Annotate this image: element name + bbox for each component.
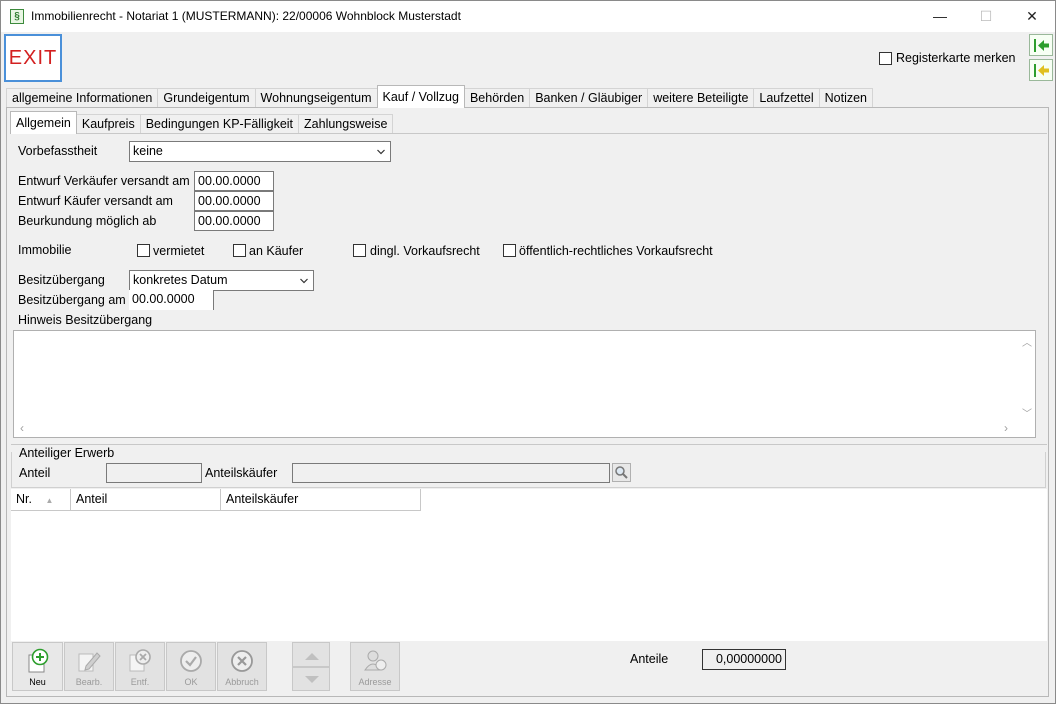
group-divider <box>11 444 1047 445</box>
column-header-anteilskaeufer[interactable]: Anteilskäufer <box>221 489 421 511</box>
column-header-nr[interactable]: Nr. ▲ <box>11 489 71 511</box>
dingl-vorkaufsrecht-label: dingl. Vorkaufsrecht <box>370 244 480 258</box>
triangle-up-icon <box>305 653 319 660</box>
bearbeiten-button-label: Bearb. <box>75 677 103 687</box>
entwurf-kaeufer-date-input[interactable]: 00.00.0000 <box>194 191 274 211</box>
beurkundung-label: Beurkundung möglich ab <box>18 214 157 228</box>
search-icon <box>615 466 628 479</box>
vermietet-checkbox[interactable] <box>137 244 150 257</box>
nav-first-button[interactable] <box>1029 34 1053 56</box>
adresse-button-label: Adresse <box>358 677 392 687</box>
anteilskaeufer-input[interactable] <box>292 463 610 483</box>
application-window: § Immobilienrecht - Notariat 1 (MUSTERMA… <box>0 0 1056 704</box>
tab-laufzettel[interactable]: Laufzettel <box>753 88 820 108</box>
tab-notizen[interactable]: Notizen <box>818 88 874 108</box>
entfernen-button-label: Entf. <box>130 677 150 687</box>
tab-behoerden[interactable]: Behörden <box>463 88 531 108</box>
check-icon <box>180 650 202 672</box>
ok-button-label: OK <box>184 677 198 687</box>
tab-wohnungseigentum[interactable]: Wohnungseigentum <box>254 88 378 108</box>
scroll-left-icon[interactable]: ‹ <box>20 421 24 435</box>
subtab-bedingungen-kp-faelligkeit[interactable]: Bedingungen KP-Fälligkeit <box>139 114 300 134</box>
anteile-table[interactable]: Nr. ▲ Anteil Anteilskäufer <box>11 489 1047 641</box>
move-down-button[interactable] <box>292 667 330 691</box>
besitzuebergang-am-label: Besitzübergang am <box>18 293 126 307</box>
tab-banken-glaeubiger[interactable]: Banken / Gläubiger <box>529 88 649 108</box>
nav-previous-button[interactable] <box>1029 59 1053 81</box>
beurkundung-date-input[interactable]: 00.00.0000 <box>194 211 274 231</box>
anteilskaeufer-search-button[interactable] <box>612 463 631 482</box>
neu-button[interactable]: Neu <box>12 642 63 691</box>
address-icon <box>364 650 387 671</box>
exit-button[interactable]: EXIT <box>4 34 62 82</box>
window-title: Immobilienrecht - Notariat 1 (MUSTERMANN… <box>31 9 461 23</box>
adresse-button[interactable]: Adresse <box>350 642 400 691</box>
besitzuebergang-select[interactable]: konkretes Datum <box>129 270 314 291</box>
column-header-nr-label: Nr. <box>16 492 32 506</box>
arrow-left-bar-icon <box>1034 64 1049 77</box>
register-remember-label: Registerkarte merken <box>896 51 1016 65</box>
chevron-down-icon <box>377 149 385 155</box>
close-button[interactable]: ✕ <box>1009 1 1055 32</box>
tab-kauf-vollzug[interactable]: Kauf / Vollzug <box>376 85 465 108</box>
besitzuebergang-value: konkretes Datum <box>133 273 228 287</box>
abbruch-button-label: Abbruch <box>225 677 259 687</box>
move-up-button[interactable] <box>292 642 330 667</box>
tab-grundeigentum[interactable]: Grundeigentum <box>157 88 256 108</box>
an-kaeufer-checkbox[interactable] <box>233 244 246 257</box>
hinweis-textarea[interactable]: ︿ ﹀ ‹ › <box>13 330 1036 438</box>
anteil-input[interactable] <box>106 463 202 483</box>
entwurf-verkaeufer-label: Entwurf Verkäufer versandt am <box>18 174 190 188</box>
subtab-kaufpreis[interactable]: Kaufpreis <box>75 114 141 134</box>
hinweis-label: Hinweis Besitzübergang <box>18 313 153 327</box>
pencil-icon <box>78 652 101 672</box>
entwurf-kaeufer-label: Entwurf Käufer versandt am <box>18 194 173 208</box>
anteil-label: Anteil <box>19 466 51 480</box>
ok-button[interactable]: OK <box>166 642 216 691</box>
abbruch-button[interactable]: Abbruch <box>217 642 267 691</box>
dingl-vorkaufsrecht-checkbox[interactable] <box>353 244 366 257</box>
cancel-icon <box>231 650 253 672</box>
scroll-right-icon[interactable]: › <box>1004 421 1008 435</box>
entwurf-verkaeufer-date-input[interactable]: 00.00.0000 <box>194 171 274 191</box>
arrow-left-bar-icon <box>1034 39 1049 52</box>
scroll-up-icon[interactable]: ︿ <box>1022 334 1032 349</box>
subtab-zahlungsweise[interactable]: Zahlungsweise <box>298 114 394 134</box>
scroll-down-icon[interactable]: ﹀ <box>1022 405 1032 420</box>
subtab-allgemein[interactable]: Allgemein <box>10 111 77 134</box>
sub-tab-bar: Allgemein Kaufpreis Bedingungen KP-Fälli… <box>10 111 394 134</box>
an-kaeufer-label: an Käufer <box>249 244 304 258</box>
main-tab-bar: allgemeine Informationen Grundeigentum W… <box>6 85 874 108</box>
delete-icon <box>129 649 151 672</box>
anteilskaeufer-label: Anteilskäufer <box>205 466 278 480</box>
neu-button-label: Neu <box>29 677 46 687</box>
tab-allgemeine-informationen[interactable]: allgemeine Informationen <box>6 88 159 108</box>
oeffentlich-vorkaufsrecht-label: öffentlich-rechtliches Vorkaufsrecht <box>519 244 713 258</box>
column-header-anteil[interactable]: Anteil <box>71 489 221 511</box>
bearbeiten-button[interactable]: Bearb. <box>64 642 114 691</box>
vorbefasstheit-select[interactable]: keine <box>129 141 391 162</box>
app-paragraph-icon: § <box>10 9 24 24</box>
register-remember-checkbox[interactable] <box>879 52 892 65</box>
vertical-scrollbar[interactable]: ︿ ﹀ <box>1018 331 1035 421</box>
maximize-button[interactable]: ☐ <box>963 1 1009 32</box>
chevron-down-icon <box>300 278 308 284</box>
minimize-button[interactable]: — <box>917 1 963 32</box>
anteile-sum-label: Anteile <box>630 652 669 666</box>
anteile-sum-value: 0,00000000 <box>702 649 786 670</box>
oeffentlich-vorkaufsrecht-checkbox[interactable] <box>503 244 516 257</box>
immobilie-label: Immobilie <box>18 243 72 257</box>
tab-weitere-beteiligte[interactable]: weitere Beteiligte <box>647 88 755 108</box>
horizontal-scrollbar[interactable]: ‹ › <box>14 420 1019 437</box>
vorbefasstheit-value: keine <box>133 144 163 158</box>
vermietet-label: vermietet <box>153 244 205 258</box>
entfernen-button[interactable]: Entf. <box>115 642 165 691</box>
besitzuebergang-label: Besitzübergang <box>18 273 105 287</box>
plus-icon <box>28 648 48 673</box>
besitzuebergang-am-date-input[interactable]: 00.00.0000 <box>129 290 214 310</box>
sort-ascending-icon: ▲ <box>45 496 54 505</box>
title-bar: § Immobilienrecht - Notariat 1 (MUSTERMA… <box>1 1 1055 32</box>
triangle-down-icon <box>305 676 319 683</box>
vorbefasstheit-label: Vorbefasstheit <box>18 144 98 158</box>
